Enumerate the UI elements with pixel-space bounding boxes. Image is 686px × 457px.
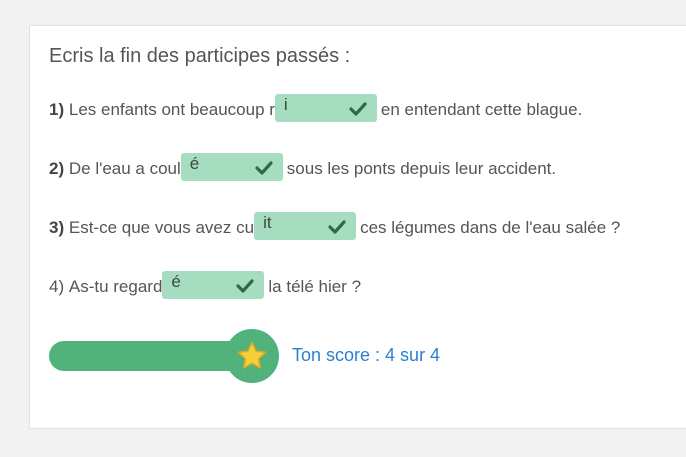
answer-value: é <box>189 154 200 173</box>
answer-field[interactable]: it <box>254 212 357 240</box>
answer-field[interactable]: é <box>162 271 265 299</box>
question-3: 3) Est-ce que vous avez cu it ces légumes … <box>49 212 621 242</box>
star-icon <box>237 341 267 369</box>
question-number: 1) <box>49 100 65 119</box>
question-text-before: De l'eau a coul <box>68 159 181 178</box>
answer-field[interactable]: i <box>274 94 377 122</box>
question-text-before: As-tu regard <box>68 277 163 296</box>
question-number: 3) <box>49 218 65 237</box>
score-progress-bar <box>49 341 249 371</box>
check-icon <box>328 220 346 234</box>
question-text-before: Les enfants ont beaucoup r <box>68 100 275 119</box>
check-icon <box>349 102 367 116</box>
answer-value: i <box>283 95 288 114</box>
question-1: 1) Les enfants ont beaucoup r i en entenda… <box>49 94 583 124</box>
question-text-after: la télé hier ? <box>268 277 362 296</box>
question-4: 4) As-tu regard é la télé hier ? <box>49 271 362 301</box>
answer-field[interactable]: é <box>180 153 283 181</box>
question-text-after: en entendant cette blague. <box>380 100 583 119</box>
question-number: 2) <box>49 159 65 178</box>
question-text-before: Est-ce que vous avez cu <box>68 218 255 237</box>
score-badge <box>225 329 279 383</box>
question-2: 2) De l'eau a coul é sous les ponts depuis… <box>49 153 557 183</box>
check-icon <box>236 279 255 293</box>
answer-value: it <box>263 213 272 232</box>
score-text: Ton score : 4 sur 4 <box>292 345 441 365</box>
question-number: 4) <box>49 277 65 296</box>
question-text-after: ces légumes dans de l'eau salée ? <box>360 218 621 237</box>
exercise-instruction: Ecris la fin des participes passés : <box>49 45 351 67</box>
question-text-after: sous les ponts depuis leur accident. <box>286 159 557 178</box>
check-icon <box>255 161 273 175</box>
exercise-card: Ecris la fin des participes passés : 1) … <box>29 25 686 429</box>
answer-value: é <box>171 272 181 291</box>
